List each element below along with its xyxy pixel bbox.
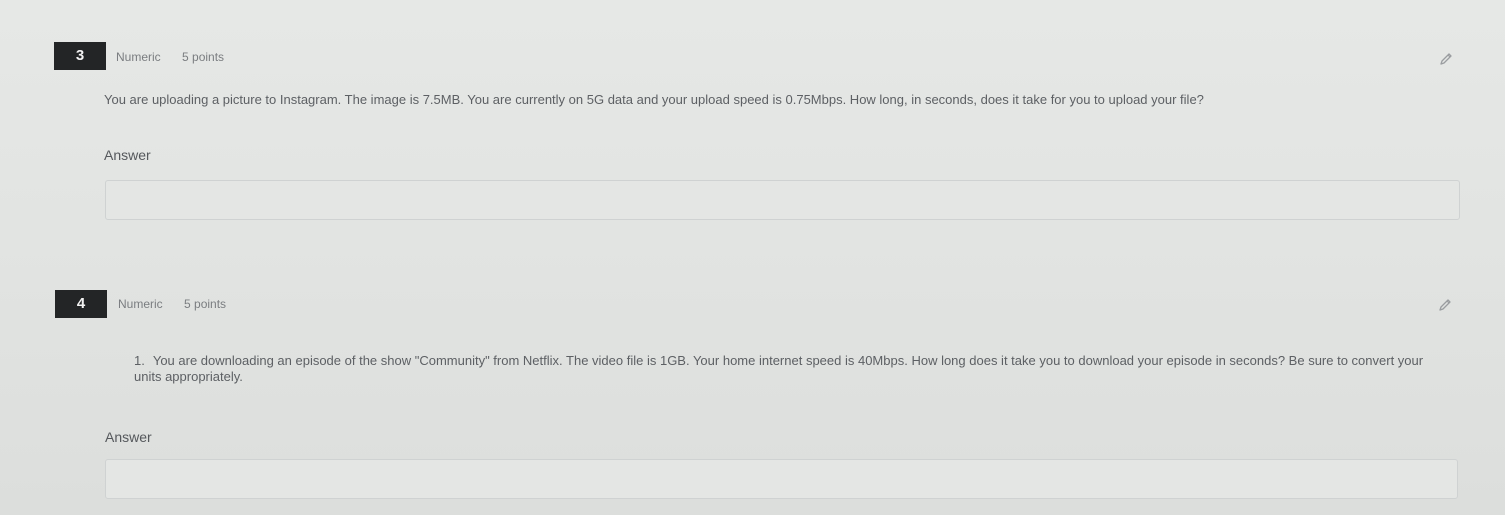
- question-points: 5 points: [182, 50, 225, 64]
- question-list-number: 1.: [134, 353, 145, 368]
- answer-label: Answer: [105, 429, 152, 445]
- pencil-icon[interactable]: [1438, 51, 1454, 67]
- question-text-body: You are downloading an episode of the sh…: [134, 353, 1424, 384]
- question-meta: Numeric 5 points: [116, 50, 224, 64]
- question-type: Numeric: [116, 50, 161, 64]
- answer-label: Answer: [104, 147, 151, 163]
- question-text: 1. You are downloading an episode of the …: [134, 353, 1454, 385]
- question-meta: Numeric 5 points: [118, 297, 226, 311]
- question-number: 4: [55, 290, 107, 318]
- answer-input[interactable]: [105, 180, 1460, 220]
- question-points: 5 points: [184, 297, 227, 311]
- question-text: You are uploading a picture to Instagram…: [104, 92, 1434, 108]
- pencil-icon[interactable]: [1437, 297, 1453, 313]
- question-number: 3: [54, 42, 106, 70]
- question-type: Numeric: [118, 297, 163, 311]
- answer-input[interactable]: [105, 459, 1458, 499]
- question-text-body: You are uploading a picture to Instagram…: [104, 92, 1204, 107]
